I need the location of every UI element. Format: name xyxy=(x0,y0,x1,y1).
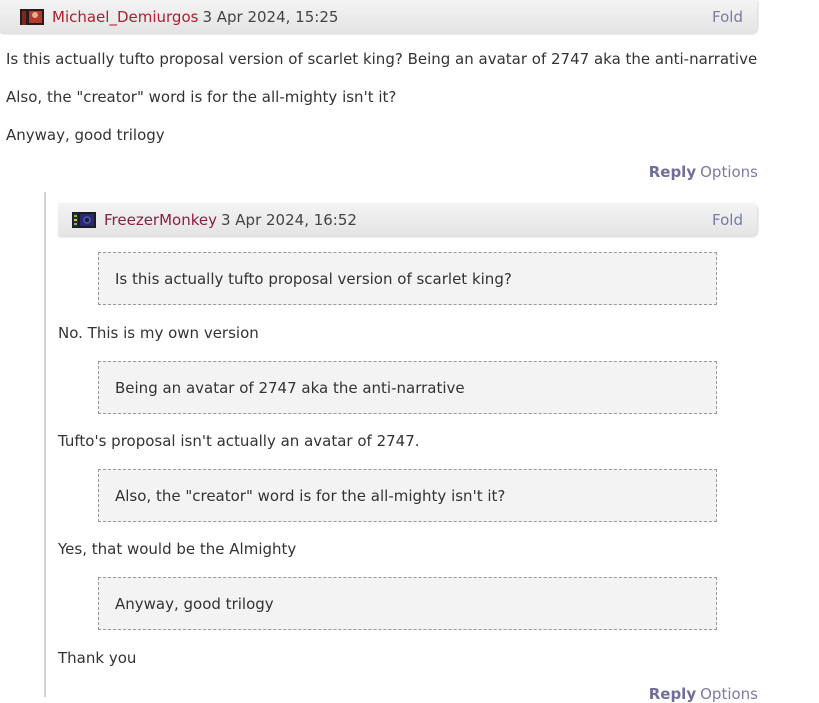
comment-paragraph: Also, the "creator" word is for the all-… xyxy=(6,88,397,106)
comment-actions: Reply Options xyxy=(649,163,758,181)
reply-header: FreezerMonkey 3 Apr 2024, 16:52 Fold xyxy=(58,203,757,236)
comment-date: 3 Apr 2024, 16:52 xyxy=(220,210,357,229)
options-button[interactable]: Options xyxy=(700,163,758,181)
quote-text: Anyway, good trilogy xyxy=(115,594,274,613)
quote-text: Is this actually tufto proposal version … xyxy=(115,269,512,288)
author-link[interactable]: Michael_Demiurgos xyxy=(52,8,198,26)
reply-paragraph: Thank you xyxy=(58,649,137,667)
quote-text: Being an avatar of 2747 aka the anti-nar… xyxy=(115,378,465,397)
reply-button[interactable]: Reply xyxy=(649,163,696,181)
thread-line xyxy=(44,192,46,697)
comment-paragraph: Anyway, good trilogy xyxy=(6,126,165,144)
quote-block: Also, the "creator" word is for the all-… xyxy=(98,469,717,522)
reply-paragraph: Tufto's proposal isn't actually an avata… xyxy=(58,432,420,450)
avatar[interactable] xyxy=(20,8,44,25)
reply-paragraph: No. This is my own version xyxy=(58,324,259,342)
reply-button[interactable]: Reply xyxy=(649,685,696,703)
fold-button[interactable]: Fold xyxy=(712,8,743,26)
avatar[interactable] xyxy=(72,211,96,228)
quote-block: Is this actually tufto proposal version … xyxy=(98,252,717,305)
author-link[interactable]: FreezerMonkey xyxy=(104,211,217,229)
comment-header: Michael_Demiurgos 3 Apr 2024, 15:25 Fold xyxy=(0,0,757,33)
reply-paragraph: Yes, that would be the Almighty xyxy=(58,540,297,558)
quote-block: Anyway, good trilogy xyxy=(98,577,717,630)
fold-button[interactable]: Fold xyxy=(712,211,743,229)
quote-block: Being an avatar of 2747 aka the anti-nar… xyxy=(98,361,717,414)
options-button[interactable]: Options xyxy=(700,685,758,703)
quote-text: Also, the "creator" word is for the all-… xyxy=(115,486,506,505)
comment-date: 3 Apr 2024, 15:25 xyxy=(202,7,339,26)
reply-actions: Reply Options xyxy=(649,685,758,703)
comment-paragraph: Is this actually tufto proposal version … xyxy=(6,50,758,68)
